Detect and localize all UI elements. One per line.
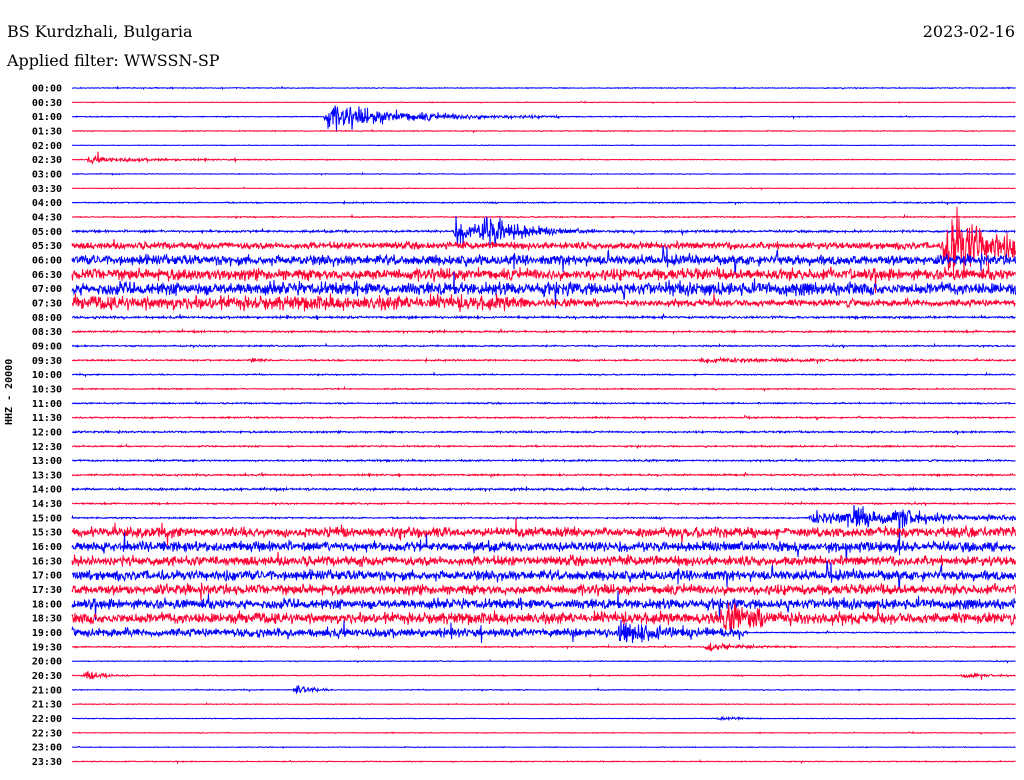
trace-line bbox=[71, 619, 1016, 644]
trace-line bbox=[71, 745, 1016, 750]
time-tick-label: 02:30 bbox=[32, 155, 62, 166]
time-tick-label: 23:30 bbox=[32, 757, 62, 768]
time-tick-label: 07:00 bbox=[32, 284, 62, 295]
time-tick-label: 08:00 bbox=[32, 313, 62, 324]
time-tick-label: 21:00 bbox=[32, 685, 62, 696]
trace-line bbox=[71, 400, 1016, 406]
trace-line bbox=[71, 532, 1016, 561]
trace-line bbox=[71, 171, 1016, 176]
trace-line bbox=[71, 85, 1016, 90]
trace-line bbox=[71, 500, 1016, 507]
trace-line bbox=[71, 730, 1016, 735]
time-tick-label: 00:30 bbox=[32, 98, 62, 109]
time-tick-label: 13:00 bbox=[32, 456, 62, 467]
time-tick-label: 22:00 bbox=[32, 714, 62, 725]
trace-line bbox=[71, 128, 1016, 134]
trace-line bbox=[71, 151, 1016, 165]
trace-line bbox=[71, 471, 1016, 479]
trace-line bbox=[71, 213, 1016, 220]
time-tick-label: 07:30 bbox=[32, 298, 62, 309]
trace-line bbox=[71, 186, 1016, 191]
time-tick-label: 16:00 bbox=[32, 542, 62, 553]
time-tick-label: 09:00 bbox=[32, 341, 62, 352]
trace-line bbox=[71, 715, 1016, 722]
time-tick-label: 05:30 bbox=[32, 241, 62, 252]
trace-line bbox=[71, 199, 1016, 206]
time-tick-label: 00:00 bbox=[32, 84, 62, 95]
time-tick-label: 01:30 bbox=[32, 126, 62, 137]
time-tick-label: 19:00 bbox=[32, 628, 62, 639]
time-tick-label: 02:00 bbox=[32, 141, 62, 152]
time-tick-label: 19:30 bbox=[32, 642, 62, 653]
time-tick-label: 06:00 bbox=[32, 255, 62, 266]
time-tick-label: 18:30 bbox=[32, 614, 62, 625]
time-tick-label: 08:30 bbox=[32, 327, 62, 338]
trace-line bbox=[71, 670, 1016, 680]
time-tick-label: 04:00 bbox=[32, 198, 62, 209]
time-tick-label: 20:30 bbox=[32, 671, 62, 682]
time-tick-label: 18:00 bbox=[32, 599, 62, 610]
seismogram-plot: 00:00 00:30 01:00 01:30 02:00 02:30 03:00 03:30… bbox=[32, 84, 1016, 768]
trace-line bbox=[71, 414, 1016, 421]
trace-line bbox=[71, 429, 1016, 435]
trace-line bbox=[71, 100, 1016, 104]
trace-line bbox=[71, 457, 1016, 464]
time-tick-label: 10:30 bbox=[32, 384, 62, 395]
trace-line bbox=[72, 642, 1016, 652]
time-tick-label: 17:30 bbox=[32, 585, 62, 596]
time-tick-label: 12:00 bbox=[32, 427, 62, 438]
time-tick-label: 16:30 bbox=[32, 556, 62, 567]
trace-line bbox=[71, 658, 1016, 664]
helicorder: BS Kurdzhali, Bulgaria 2023-02-16 Applie… bbox=[0, 0, 1024, 780]
time-tick-label: 05:00 bbox=[32, 227, 62, 238]
time-tick-label: 21:30 bbox=[32, 700, 62, 711]
trace-line bbox=[72, 702, 1016, 706]
trace-line bbox=[71, 758, 1016, 765]
time-tick-label: 10:00 bbox=[32, 370, 62, 381]
trace-line bbox=[71, 443, 1016, 449]
time-tick-label: 15:00 bbox=[32, 513, 62, 524]
trace-line bbox=[71, 143, 1016, 147]
time-tick-label: 13:30 bbox=[32, 470, 62, 481]
time-tick-label: 22:30 bbox=[32, 728, 62, 739]
trace-line bbox=[71, 517, 1016, 546]
time-tick-label: 03:00 bbox=[32, 169, 62, 180]
trace-line bbox=[71, 312, 1016, 321]
time-tick-label: 14:00 bbox=[32, 485, 62, 496]
time-tick-label: 09:30 bbox=[32, 356, 62, 367]
time-tick-label: 11:30 bbox=[32, 413, 62, 424]
time-tick-label: 12:30 bbox=[32, 442, 62, 453]
trace-line bbox=[71, 216, 1016, 248]
trace-line bbox=[71, 560, 1016, 590]
trace-line bbox=[71, 327, 1016, 335]
trace-line bbox=[71, 385, 1016, 392]
trace-line bbox=[71, 105, 1016, 132]
time-tick-label: 20:00 bbox=[32, 657, 62, 668]
trace-line bbox=[71, 582, 1016, 601]
time-tick-label: 03:30 bbox=[32, 184, 62, 195]
trace-line bbox=[71, 342, 1016, 349]
trace-line bbox=[72, 685, 1016, 694]
time-tick-label: 11:00 bbox=[32, 399, 62, 410]
trace-line bbox=[71, 486, 1016, 493]
time-tick-label: 06:30 bbox=[32, 270, 62, 281]
time-tick-label: 17:00 bbox=[32, 571, 62, 582]
trace-line bbox=[71, 551, 1016, 568]
time-tick-label: 14:30 bbox=[32, 499, 62, 510]
time-tick-label: 01:00 bbox=[32, 112, 62, 123]
time-tick-label: 04:30 bbox=[32, 212, 62, 223]
time-tick-label: 15:30 bbox=[32, 528, 62, 539]
trace-line bbox=[71, 356, 1016, 364]
trace-line bbox=[71, 371, 1016, 378]
time-tick-label: 23:00 bbox=[32, 743, 62, 754]
